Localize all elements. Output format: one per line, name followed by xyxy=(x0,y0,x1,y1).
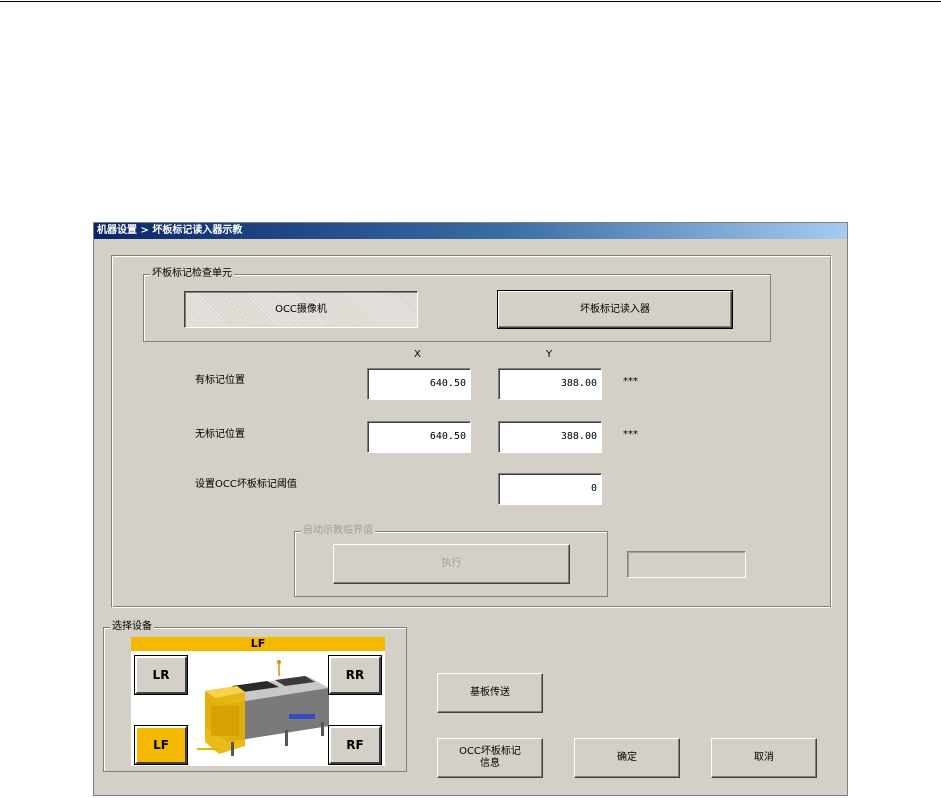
machine-illustration xyxy=(197,660,329,756)
auto-teach-legend: 自动示教临界值 xyxy=(301,525,375,537)
device-current-banner: LF xyxy=(131,637,385,651)
device-lr-button[interactable]: LR xyxy=(134,655,188,695)
without-mark-y-field[interactable]: 388.00 xyxy=(498,421,602,453)
with-mark-x-field[interactable]: 640.50 xyxy=(367,368,471,400)
occ-bad-mark-info-button[interactable]: OCC坏板标记 信息 xyxy=(437,738,543,778)
ok-button[interactable]: 确定 xyxy=(574,738,680,778)
device-select-legend: 选择设备 xyxy=(110,621,154,633)
cancel-button[interactable]: 取消 xyxy=(711,738,817,778)
occ-camera-button[interactable]: OCC摄像机 xyxy=(184,291,418,328)
execute-button[interactable]: 执行 xyxy=(333,544,570,584)
auto-teach-result-field xyxy=(627,551,746,578)
with-mark-label: 有标记位置 xyxy=(195,375,245,386)
column-y-label: Y xyxy=(546,349,553,360)
without-mark-status: *** xyxy=(623,429,638,440)
dialog-window: 机器设置 > 坏板标记读入器示教 坏板标记检查单元 OCC摄像机 坏板标记读入器… xyxy=(93,222,848,796)
board-transfer-button[interactable]: 基板传送 xyxy=(437,673,543,713)
with-mark-y-field[interactable]: 388.00 xyxy=(498,368,602,400)
device-rr-button[interactable]: RR xyxy=(328,655,382,695)
without-mark-x-field[interactable]: 640.50 xyxy=(367,421,471,453)
column-x-label: X xyxy=(414,349,421,360)
without-mark-label: 无标记位置 xyxy=(195,429,245,440)
unit-group-legend: 坏板标记检查单元 xyxy=(150,268,234,280)
occ-info-label-line2: 信息 xyxy=(480,758,500,769)
device-lf-button[interactable]: LF xyxy=(134,725,188,765)
threshold-label: 设置OCC坏板标记阈值 xyxy=(195,479,297,490)
occ-info-label-line1: OCC坏板标记 xyxy=(459,746,521,757)
bad-mark-reader-button[interactable]: 坏板标记读入器 xyxy=(497,290,733,329)
window-titlebar: 机器设置 > 坏板标记读入器示教 xyxy=(94,223,847,239)
device-rf-button[interactable]: RF xyxy=(328,725,382,765)
with-mark-status: *** xyxy=(623,376,638,387)
threshold-field[interactable]: 0 xyxy=(498,473,602,505)
page-top-rule xyxy=(0,1,941,2)
